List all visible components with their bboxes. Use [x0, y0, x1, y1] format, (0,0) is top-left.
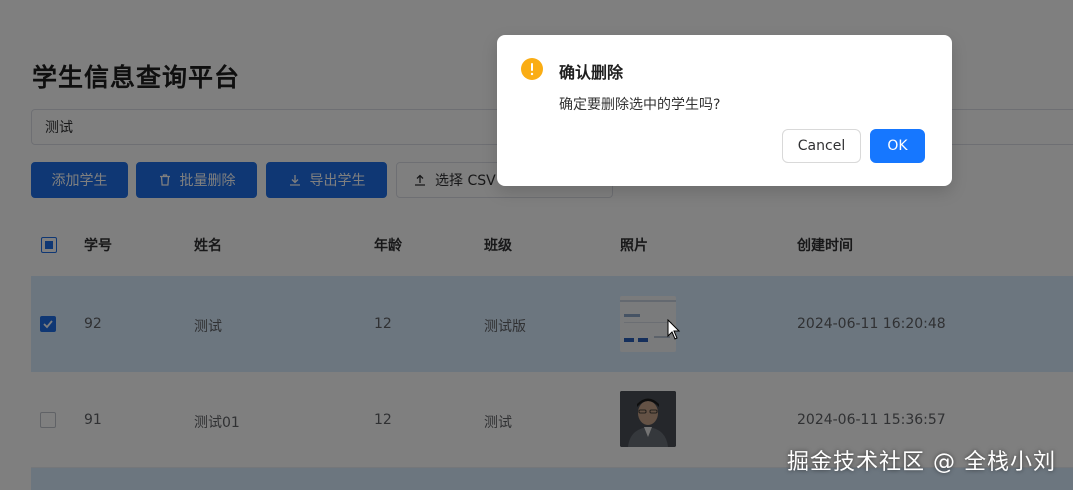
cancel-button[interactable]: Cancel [782, 129, 861, 163]
ok-button[interactable]: OK [870, 129, 925, 163]
confirm-delete-dialog: 确认删除 确定要删除选中的学生吗? Cancel OK [497, 35, 952, 186]
mouse-pointer-icon [667, 319, 681, 340]
exclamation-circle-icon [521, 58, 543, 80]
student-info-page: 学生信息查询平台 添加学生 批量删除 导出学生 [0, 0, 1073, 490]
dialog-title: 确认删除 [559, 63, 624, 82]
cancel-label: Cancel [797, 138, 846, 154]
dialog-message: 确定要删除选中的学生吗? [559, 97, 721, 113]
watermark: 掘金技术社区 @ 全栈小刘 [787, 450, 1056, 475]
ok-label: OK [887, 138, 908, 154]
